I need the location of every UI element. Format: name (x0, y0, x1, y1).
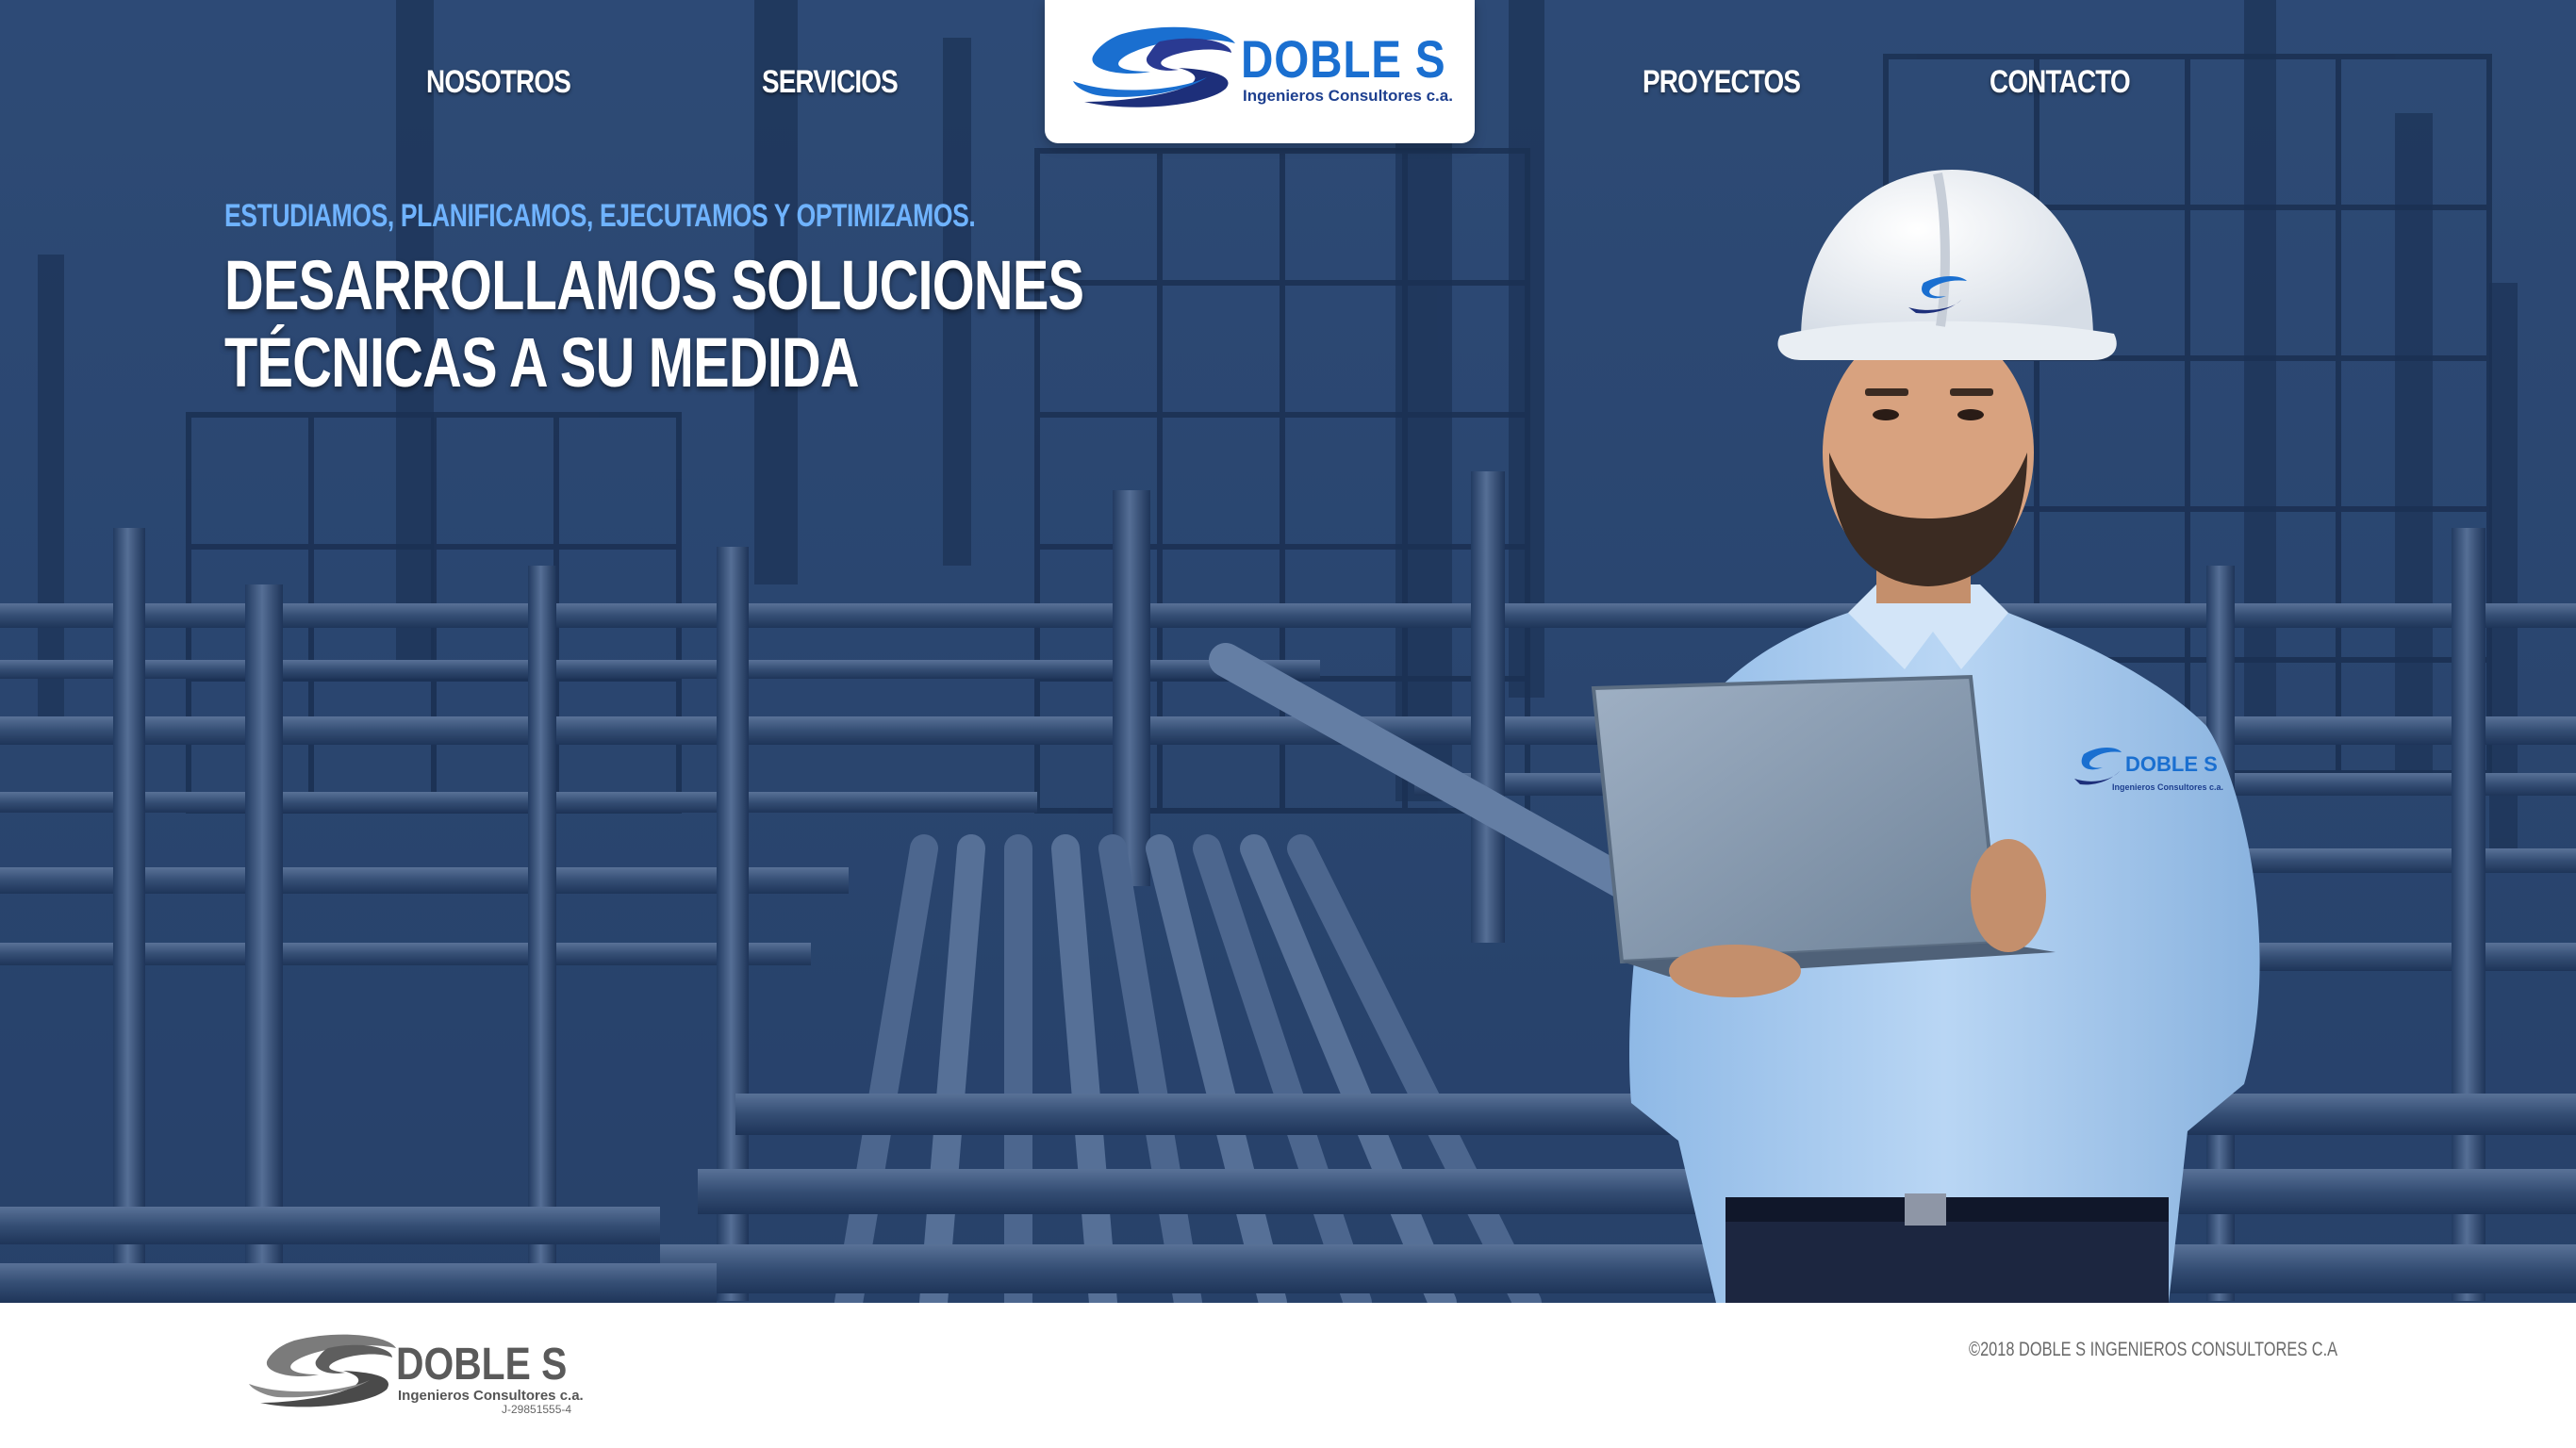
logo-tagline: Ingenieros Consultores c.a. (1243, 87, 1453, 105)
hero-title: DESARROLLAMOS SOLUCIONES TÉCNICAS A SU M… (224, 246, 1084, 402)
hero-subtitle: ESTUDIAMOS, PLANIFICAMOS, EJECUTAMOS Y O… (224, 198, 976, 234)
doble-s-logo-icon (1073, 26, 1235, 107)
shirt-logo-name: DOBLE S (2125, 752, 2218, 776)
nav-contacto[interactable]: CONTACTO (1990, 64, 2131, 101)
footer-logo-tagline: Ingenieros Consultores c.a. (398, 1388, 584, 1404)
footer-logo-icon (249, 1334, 396, 1407)
engineer-photo: DOBLE S Ingenieros Consultores c.a. (1591, 170, 2260, 1303)
footer-copyright: ©2018 DOBLE S INGENIEROS CONSULTORES C.A (1969, 1339, 2338, 1360)
hero-section: NOSOTROS SERVICIOS PROYECTOS CONTACTO DO… (0, 0, 2576, 1303)
footer: DOBLE S Ingenieros Consultores c.a. J-29… (0, 1303, 2576, 1448)
footer-logo-name: DOBLE S (396, 1340, 568, 1390)
nav-proyectos[interactable]: PROYECTOS (1643, 64, 1801, 101)
logo-name: DOBLE S (1241, 29, 1446, 89)
shirt-logo-tagline: Ingenieros Consultores c.a. (2112, 782, 2223, 792)
logo-home-link[interactable]: DOBLE S Ingenieros Consultores c.a. (1045, 0, 1475, 143)
nav-servicios[interactable]: SERVICIOS (762, 64, 899, 101)
nav-nosotros[interactable]: NOSOTROS (426, 64, 571, 101)
footer-rif: J-29851555-4 (502, 1403, 572, 1416)
